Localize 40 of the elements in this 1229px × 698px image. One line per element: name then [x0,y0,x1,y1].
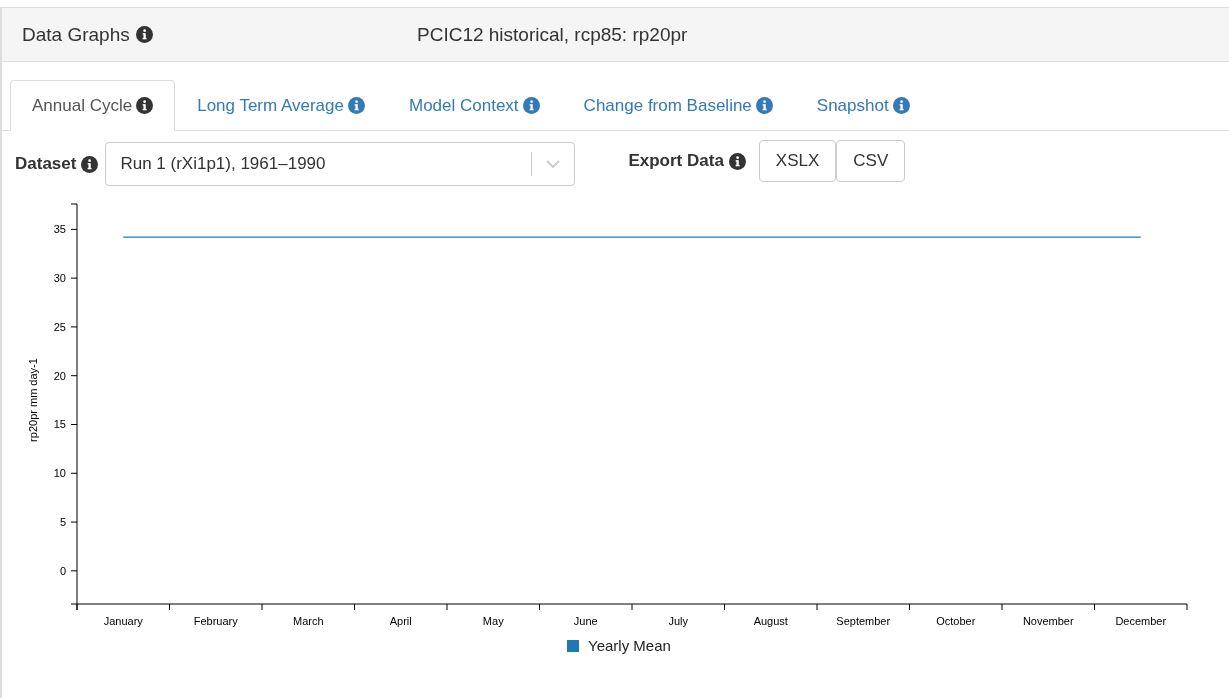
panel-subtitle: PCIC12 historical, rcp85: rp20pr [417,23,688,46]
tab[interactable]: Snapshot [794,80,932,131]
tab[interactable]: Change from Baseline [561,80,795,131]
y-tick-label: 30 [53,272,66,285]
y-tick-label: 15 [53,418,66,431]
y-tick-label: 20 [53,369,66,382]
export-label: Export Data [628,151,724,171]
x-tick-label: April [389,615,412,627]
export-button[interactable]: XSLX [758,140,837,182]
y-tick-label: 0 [59,564,66,577]
tab[interactable]: Long Term Average [175,80,387,131]
info-icon[interactable] [135,26,153,43]
chevron-down-icon [546,160,561,168]
x-tick-label: November [1022,615,1074,627]
x-tick-label: December [1115,615,1167,627]
y-tick-label: 25 [53,320,66,333]
info-icon[interactable] [728,152,746,170]
x-tick-label: August [753,615,788,627]
y-tick-label: 10 [53,467,66,480]
x-tick-label: July [668,615,689,627]
x-tick-label: May [482,615,504,627]
y-tick-label: 35 [53,223,66,236]
x-tick-label: June [573,615,598,627]
x-tick-label: October [936,615,976,627]
export-button[interactable]: CSV [836,140,906,182]
tab[interactable]: Annual Cycle [10,80,176,131]
x-tick-label: March [292,615,324,627]
dataset-select[interactable]: Run 1 (rXi1p1), 1961–1990 [105,142,576,186]
y-axis-label: rp20pr mm day-1 [27,358,39,442]
dataset-label: Dataset [15,154,77,174]
x-tick-label: January [103,615,143,627]
info-icon[interactable] [136,97,154,114]
x-tick-label: February [193,615,238,627]
legend-label: Yearly Mean [588,637,671,654]
panel-title: Data Graphs [22,23,130,46]
tab[interactable]: Model Context [387,80,562,131]
y-tick-label: 5 [59,516,66,529]
x-tick-label: September [836,615,891,627]
legend-swatch [567,640,579,652]
info-icon[interactable] [81,155,99,173]
